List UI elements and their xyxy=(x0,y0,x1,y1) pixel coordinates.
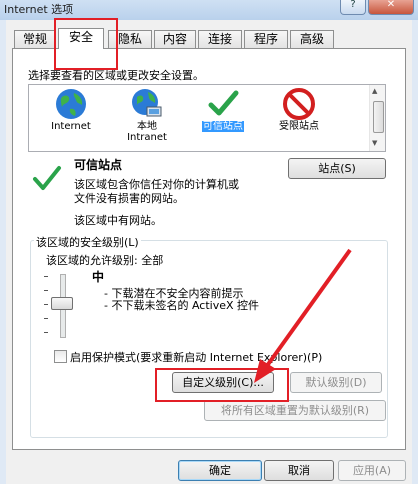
annotation-arrow xyxy=(254,248,352,383)
